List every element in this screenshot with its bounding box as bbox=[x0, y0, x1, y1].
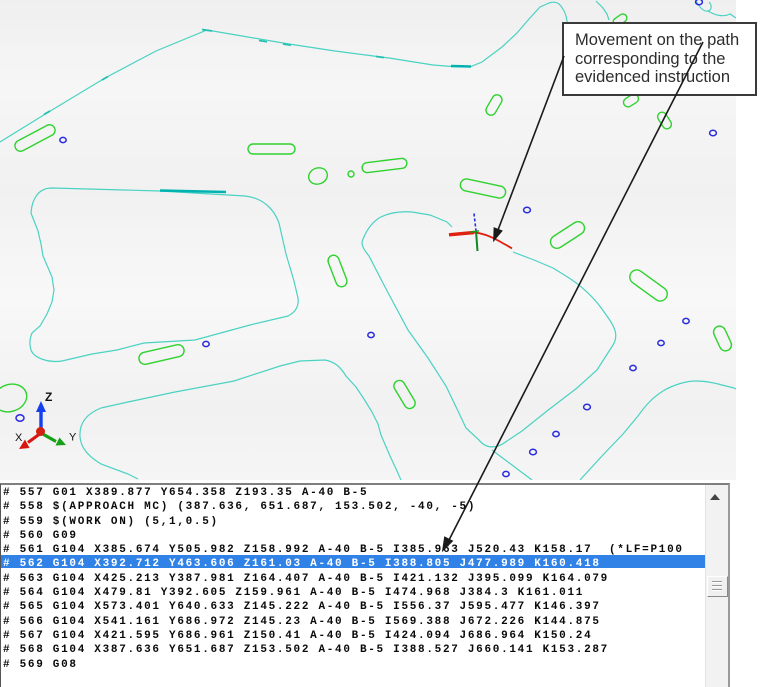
svg-text:Z: Z bbox=[45, 390, 52, 404]
svg-text:X: X bbox=[15, 432, 23, 444]
svg-text:Y: Y bbox=[69, 432, 77, 444]
